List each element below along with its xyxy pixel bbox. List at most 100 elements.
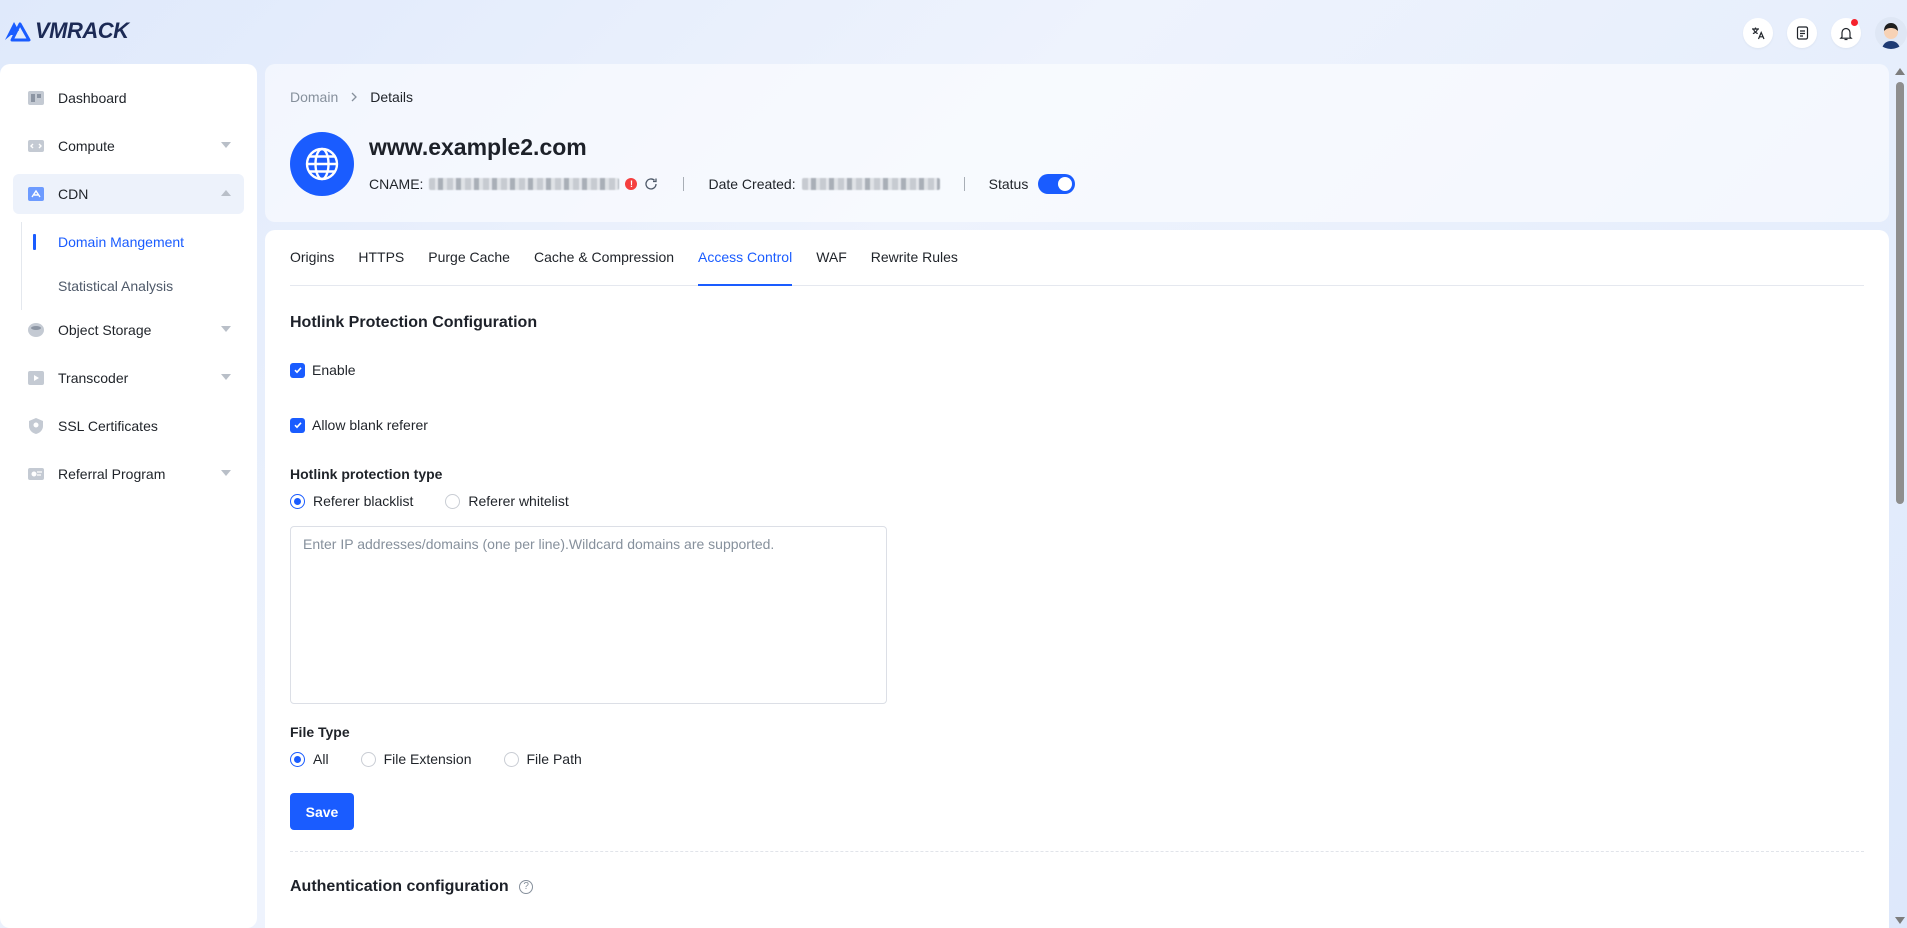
page-scrollbar[interactable]	[1893, 64, 1907, 928]
access-control-panel: Origins HTTPS Purge Cache Cache & Compre…	[265, 230, 1889, 928]
enable-checkbox[interactable]: Enable	[290, 362, 356, 378]
radio-label: Referer whitelist	[468, 493, 569, 509]
bell-icon[interactable]	[1831, 18, 1861, 48]
date-created-value-redacted	[801, 178, 940, 190]
file-type-label: File Type	[290, 724, 350, 740]
radio-unselected-icon[interactable]	[445, 493, 461, 509]
scroll-up-arrow-icon[interactable]	[1895, 68, 1905, 75]
radio-unselected-icon[interactable]	[503, 751, 519, 767]
section-divider	[290, 851, 1864, 852]
radio-referer-blacklist[interactable]: Referer blacklist	[290, 493, 413, 509]
domain-header: Domain Details www.example2.com CNAME: !…	[265, 64, 1889, 222]
radio-file-path[interactable]: File Path	[503, 751, 582, 767]
checkbox-checked-icon[interactable]	[290, 417, 305, 433]
divider	[963, 177, 965, 191]
allow-blank-referer-checkbox[interactable]: Allow blank referer	[290, 417, 428, 433]
cdn-submenu: Domain Mangement Statistical Analysis	[0, 222, 257, 310]
compute-icon	[28, 140, 44, 152]
sidebar-item-label: Transcoder	[58, 370, 129, 386]
referral-icon	[28, 468, 44, 480]
object-storage-icon	[28, 323, 44, 337]
cname-value-redacted	[429, 178, 620, 190]
status-label: Status	[988, 176, 1029, 192]
radio-selected-icon[interactable]	[290, 751, 305, 767]
hotlink-type-radio-group: Referer blacklist Referer whitelist	[290, 493, 601, 509]
globe-icon	[290, 132, 354, 196]
divider	[683, 177, 685, 191]
transcoder-icon	[28, 371, 44, 385]
checkbox-checked-icon[interactable]	[290, 362, 305, 378]
sidebar-item-object-storage[interactable]: Object Storage	[13, 310, 244, 350]
dashboard-icon	[28, 91, 44, 105]
cdn-icon	[28, 187, 44, 201]
radio-file-extension[interactable]: File Extension	[360, 751, 472, 767]
radio-label: All	[313, 751, 329, 767]
enable-label: Enable	[312, 362, 356, 378]
sidebar-item-transcoder[interactable]: Transcoder	[13, 358, 244, 398]
tab-purge-cache[interactable]: Purge Cache	[428, 229, 510, 285]
chevron-right-icon	[351, 92, 358, 102]
sidebar-item-domain-management[interactable]: Domain Mangement	[13, 222, 244, 262]
radio-label: File Path	[526, 751, 582, 767]
help-icon[interactable]: ?	[519, 879, 534, 894]
scroll-down-arrow-icon[interactable]	[1895, 917, 1905, 924]
translate-icon[interactable]	[1743, 18, 1773, 48]
tab-origins[interactable]: Origins	[290, 229, 334, 285]
referer-list-textarea[interactable]	[290, 526, 887, 704]
chevron-down-icon	[221, 374, 231, 380]
refresh-icon[interactable]	[643, 176, 659, 192]
sidebar-item-dashboard[interactable]: Dashboard	[13, 78, 244, 118]
domain-meta: CNAME: ! Date Created: Status	[369, 174, 1076, 194]
top-bar: VMRACK	[0, 0, 1907, 62]
sidebar-item-ssl-certificates[interactable]: SSL Certificates	[13, 406, 244, 446]
radio-file-type-all[interactable]: All	[290, 751, 329, 767]
tab-rewrite-rules[interactable]: Rewrite Rules	[871, 229, 958, 285]
breadcrumb-link-domain[interactable]: Domain	[290, 89, 338, 105]
date-created-label: Date Created:	[708, 176, 796, 192]
sidebar-item-statistical-analysis[interactable]: Statistical Analysis	[13, 266, 244, 306]
radio-referer-whitelist[interactable]: Referer whitelist	[445, 493, 569, 509]
breadcrumb: Domain Details	[290, 89, 413, 105]
radio-unselected-icon[interactable]	[360, 751, 376, 767]
save-button[interactable]: Save	[290, 793, 354, 830]
user-avatar[interactable]	[1875, 17, 1907, 49]
chevron-up-icon	[221, 190, 231, 196]
page-title: www.example2.com	[369, 134, 587, 160]
chevron-down-icon	[221, 326, 231, 332]
notification-badge	[1851, 19, 1858, 26]
radio-label: File Extension	[383, 751, 472, 767]
sidebar-item-cdn[interactable]: CDN	[13, 174, 244, 214]
vmrack-logo-icon	[5, 22, 31, 42]
tab-cache-compression[interactable]: Cache & Compression	[534, 229, 674, 285]
sidebar-subitem-label: Statistical Analysis	[58, 278, 174, 294]
allow-blank-referer-label: Allow blank referer	[312, 417, 428, 433]
tab-https[interactable]: HTTPS	[358, 229, 404, 285]
sidebar-item-referral-program[interactable]: Referral Program	[13, 454, 244, 494]
warning-icon[interactable]: !	[625, 178, 638, 190]
sidebar: Dashboard Compute CDN Domain Mangement S…	[0, 64, 257, 928]
sidebar-item-label: Compute	[58, 138, 115, 154]
radio-label: Referer blacklist	[313, 493, 414, 509]
sidebar-item-compute[interactable]: Compute	[13, 126, 244, 166]
chevron-down-icon	[221, 470, 231, 476]
auth-title-text: Authentication configuration	[290, 878, 509, 895]
status-toggle[interactable]	[1038, 174, 1076, 194]
sidebar-item-label: Dashboard	[58, 90, 127, 106]
tab-access-control[interactable]: Access Control	[698, 229, 793, 286]
sidebar-subitem-label: Domain Mangement	[58, 234, 185, 250]
tab-bar: Origins HTTPS Purge Cache Cache & Compre…	[290, 230, 1864, 286]
document-icon[interactable]	[1787, 18, 1817, 48]
sidebar-item-label: Object Storage	[58, 322, 152, 338]
scrollbar-thumb[interactable]	[1896, 82, 1904, 504]
header-actions	[1743, 17, 1907, 49]
breadcrumb-current: Details	[370, 89, 414, 105]
chevron-down-icon	[221, 142, 231, 148]
radio-selected-icon[interactable]	[290, 493, 305, 509]
hotlink-section-title: Hotlink Protection Configuration	[290, 314, 538, 331]
brand-name: VMRACK	[35, 18, 129, 43]
tab-waf[interactable]: WAF	[816, 229, 847, 285]
toggle-knob	[1058, 177, 1073, 191]
brand-logo[interactable]: VMRACK	[2, 16, 129, 46]
ssl-certificate-icon	[29, 418, 43, 434]
sidebar-item-label: SSL Certificates	[58, 418, 158, 434]
